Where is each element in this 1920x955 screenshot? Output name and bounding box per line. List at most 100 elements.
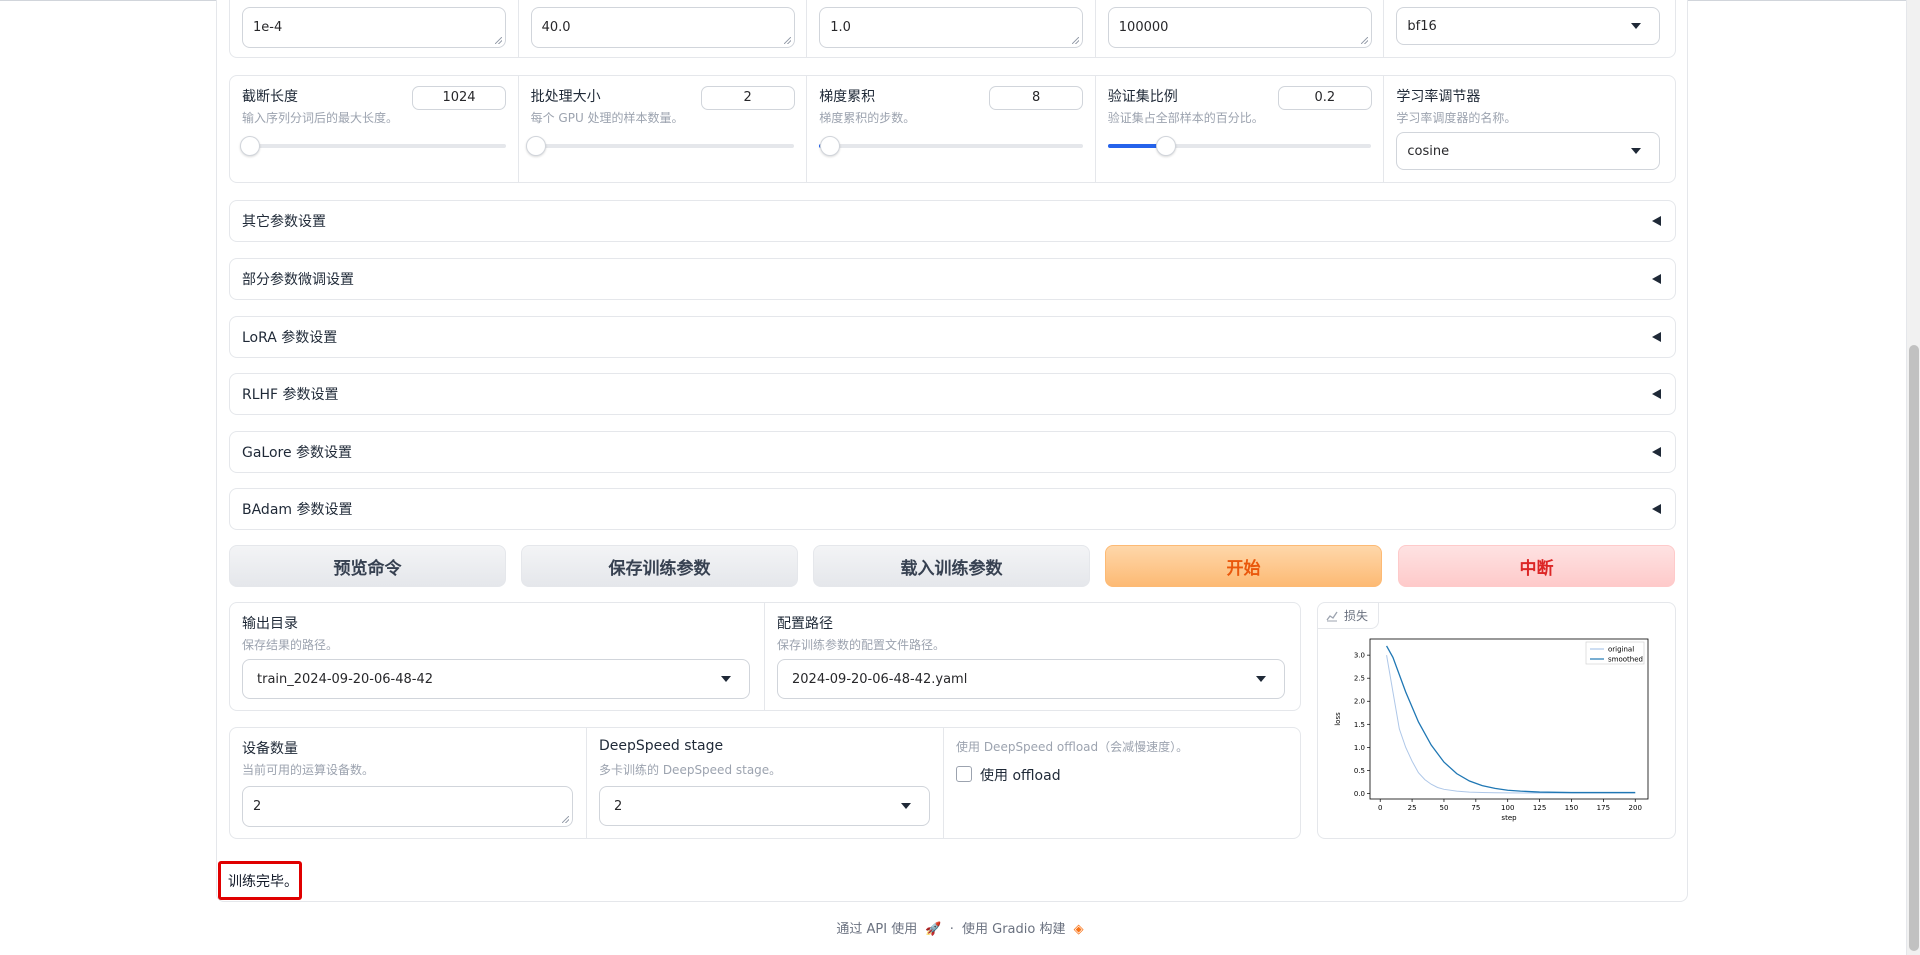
learning-rate-cell: 1e-4 [230, 0, 519, 57]
chevron-down-icon [901, 803, 911, 809]
cutoff-len-cell: 截断长度 输入序列分词后的最大长度。 1024 [230, 76, 519, 182]
accordion-galore-settings[interactable]: GaLore 参数设置 [229, 431, 1676, 473]
output-dir-dropdown[interactable]: train_2024-09-20-06-48-42 [242, 659, 750, 699]
config-path-cell: 配置路径 保存训练参数的配置文件路径。 2024-09-20-06-48-42.… [765, 603, 1300, 710]
lr-scheduler-dropdown[interactable]: cosine [1396, 132, 1661, 170]
val-size-number-input[interactable]: 0.2 [1277, 86, 1372, 110]
output-dir-cell: 输出目录 保存结果的路径。 train_2024-09-20-06-48-42 [230, 603, 765, 710]
grad-accum-cell: 梯度累积 梯度累积的步数。 8 [807, 76, 1096, 182]
grad-accum-slider[interactable] [819, 136, 1083, 156]
learning-rate-input[interactable]: 1e-4 [242, 7, 506, 48]
max-grad-norm-cell: 1.0 [807, 0, 1096, 57]
start-button[interactable]: 开始 [1105, 545, 1382, 587]
y-axis-label: loss [1334, 712, 1342, 726]
y-tick-label: 0.5 [1354, 767, 1365, 775]
val-size-info: 验证集占全部样本的百分比。 [1107, 111, 1264, 125]
x-tick-label: 50 [1440, 804, 1449, 812]
batch-size-label: 批处理大小 [530, 89, 601, 105]
accordion-lora-settings[interactable]: LoRA 参数设置 [229, 316, 1676, 358]
slider-params-row: 截断长度 输入序列分词后的最大长度。 1024 批处理大小 每个 GPU 处理的… [229, 75, 1676, 183]
grad-accum-slider-thumb[interactable] [819, 136, 840, 156]
chevron-down-icon [721, 676, 731, 682]
epochs-cell: 40.0 [519, 0, 808, 57]
x-axis-label: step [1501, 814, 1517, 822]
collapse-arrow-icon [1652, 389, 1661, 399]
y-tick-label: 1.0 [1354, 744, 1365, 752]
scrollbar-thumb[interactable] [1909, 345, 1919, 951]
y-tick-label: 2.5 [1354, 675, 1365, 683]
lr-scheduler-label: 学习率调节器 [1396, 89, 1481, 105]
collapse-arrow-icon [1652, 447, 1661, 457]
training-status-text: 训练完毕。 [228, 873, 298, 890]
loss-chart: 0 25 50 75 100 125 150 175 200 0.0 0.5 1.0 1.5 2.0 2.5… [1334, 638, 1649, 822]
accordion-title: RLHF 参数设置 [242, 387, 339, 403]
device-count-cell: 设备数量 当前可用的运算设备数。 2 [230, 728, 587, 838]
batch-size-slider[interactable] [525, 136, 795, 156]
batch-size-slider-thumb[interactable] [525, 136, 546, 156]
config-path-label: 配置路径 [777, 616, 833, 632]
y-tick-label: 1.5 [1354, 721, 1365, 729]
batch-size-number-input[interactable]: 2 [700, 86, 795, 110]
scrollbar[interactable] [1906, 0, 1920, 955]
accordion-rlhf-settings[interactable]: RLHF 参数设置 [229, 373, 1676, 415]
footer-gradio-link[interactable]: 使用 Gradio 构建 [962, 922, 1065, 937]
rocket-icon: 🚀 [925, 922, 942, 937]
footer-api-link[interactable]: 通过 API 使用 [836, 922, 917, 937]
collapse-arrow-icon [1652, 274, 1661, 284]
ds-offload-info: 使用 DeepSpeed offload（会减慢速度）。 [956, 740, 1189, 754]
accordion-title: LoRA 参数设置 [242, 330, 338, 346]
collapse-arrow-icon [1652, 216, 1661, 226]
val-size-slider[interactable] [1107, 136, 1372, 156]
collapse-arrow-icon [1652, 504, 1661, 514]
x-tick-label: 125 [1533, 804, 1546, 812]
lr-scheduler-value: cosine [1407, 143, 1450, 159]
compute-type-cell: bf16 [1384, 0, 1675, 57]
accordion-badam-settings[interactable]: BAdam 参数设置 [229, 488, 1676, 530]
accordion-extra-settings[interactable]: 其它参数设置 [229, 200, 1676, 242]
accordion-title: 其它参数设置 [242, 214, 326, 230]
lr-scheduler-info: 学习率调度器的名称。 [1396, 111, 1517, 125]
ds-stage-label: DeepSpeed stage [599, 738, 724, 754]
accordion-freeze-settings[interactable]: 部分参数微调设置 [229, 258, 1676, 300]
footer: 通过 API 使用 🚀 · 使用 Gradio 构建 ◈ [0, 918, 1920, 937]
save-args-button[interactable]: 保存训练参数 [521, 545, 798, 587]
train-tab-container: 1e-4 40.0 1.0 100000 bf16 截断长度 输入序列分词后的最… [216, 0, 1688, 902]
footer-separator: · [949, 922, 954, 937]
max-samples-input[interactable]: 100000 [1107, 7, 1372, 48]
cutoff-len-slider-thumb[interactable] [239, 136, 260, 156]
ds-offload-cell: 使用 DeepSpeed offload（会减慢速度）。 使用 offload [944, 728, 1300, 838]
cutoff-len-number-input[interactable]: 1024 [412, 86, 506, 110]
cutoff-len-slider[interactable] [239, 136, 506, 156]
ds-stage-info: 多卡训练的 DeepSpeed stage。 [599, 763, 782, 777]
ds-offload-checkbox-label: 使用 offload [980, 768, 1061, 784]
load-args-button[interactable]: 载入训练参数 [813, 545, 1090, 587]
ds-offload-checkbox[interactable] [956, 766, 972, 782]
config-path-info: 保存训练参数的配置文件路径。 [777, 638, 946, 652]
plot-label-tag: 损失 [1318, 603, 1380, 629]
output-config-row: 输出目录 保存结果的路径。 train_2024-09-20-06-48-42 … [229, 602, 1301, 711]
device-count-input[interactable]: 2 [242, 786, 573, 827]
x-tick-label: 100 [1501, 804, 1514, 812]
ds-stage-dropdown[interactable]: 2 [599, 786, 930, 826]
val-size-label: 验证集比例 [1107, 89, 1178, 105]
ds-stage-value: 2 [614, 798, 623, 814]
chart-icon [1326, 611, 1338, 621]
epochs-input[interactable]: 40.0 [530, 7, 795, 48]
config-path-dropdown[interactable]: 2024-09-20-06-48-42.yaml [777, 659, 1285, 699]
output-dir-info: 保存结果的路径。 [242, 638, 339, 652]
cutoff-len-info: 输入序列分词后的最大长度。 [242, 111, 399, 125]
val-size-slider-thumb[interactable] [1155, 136, 1176, 156]
stop-button[interactable]: 中断 [1398, 545, 1675, 587]
max-samples-cell: 100000 [1096, 0, 1385, 57]
preview-command-button[interactable]: 预览命令 [229, 545, 506, 587]
max-grad-norm-input[interactable]: 1.0 [819, 7, 1084, 48]
deepspeed-row: 设备数量 当前可用的运算设备数。 2 DeepSpeed stage 多卡训练的… [229, 727, 1301, 839]
output-dir-label: 输出目录 [242, 616, 298, 632]
grad-accum-number-input[interactable]: 8 [989, 86, 1084, 110]
basic-params-row: 1e-4 40.0 1.0 100000 bf16 [229, 0, 1676, 58]
device-count-label: 设备数量 [242, 741, 298, 757]
output-dir-value: train_2024-09-20-06-48-42 [257, 671, 434, 687]
accordion-title: GaLore 参数设置 [242, 445, 353, 461]
compute-type-dropdown[interactable]: bf16 [1396, 7, 1661, 45]
config-path-value: 2024-09-20-06-48-42.yaml [792, 671, 968, 687]
